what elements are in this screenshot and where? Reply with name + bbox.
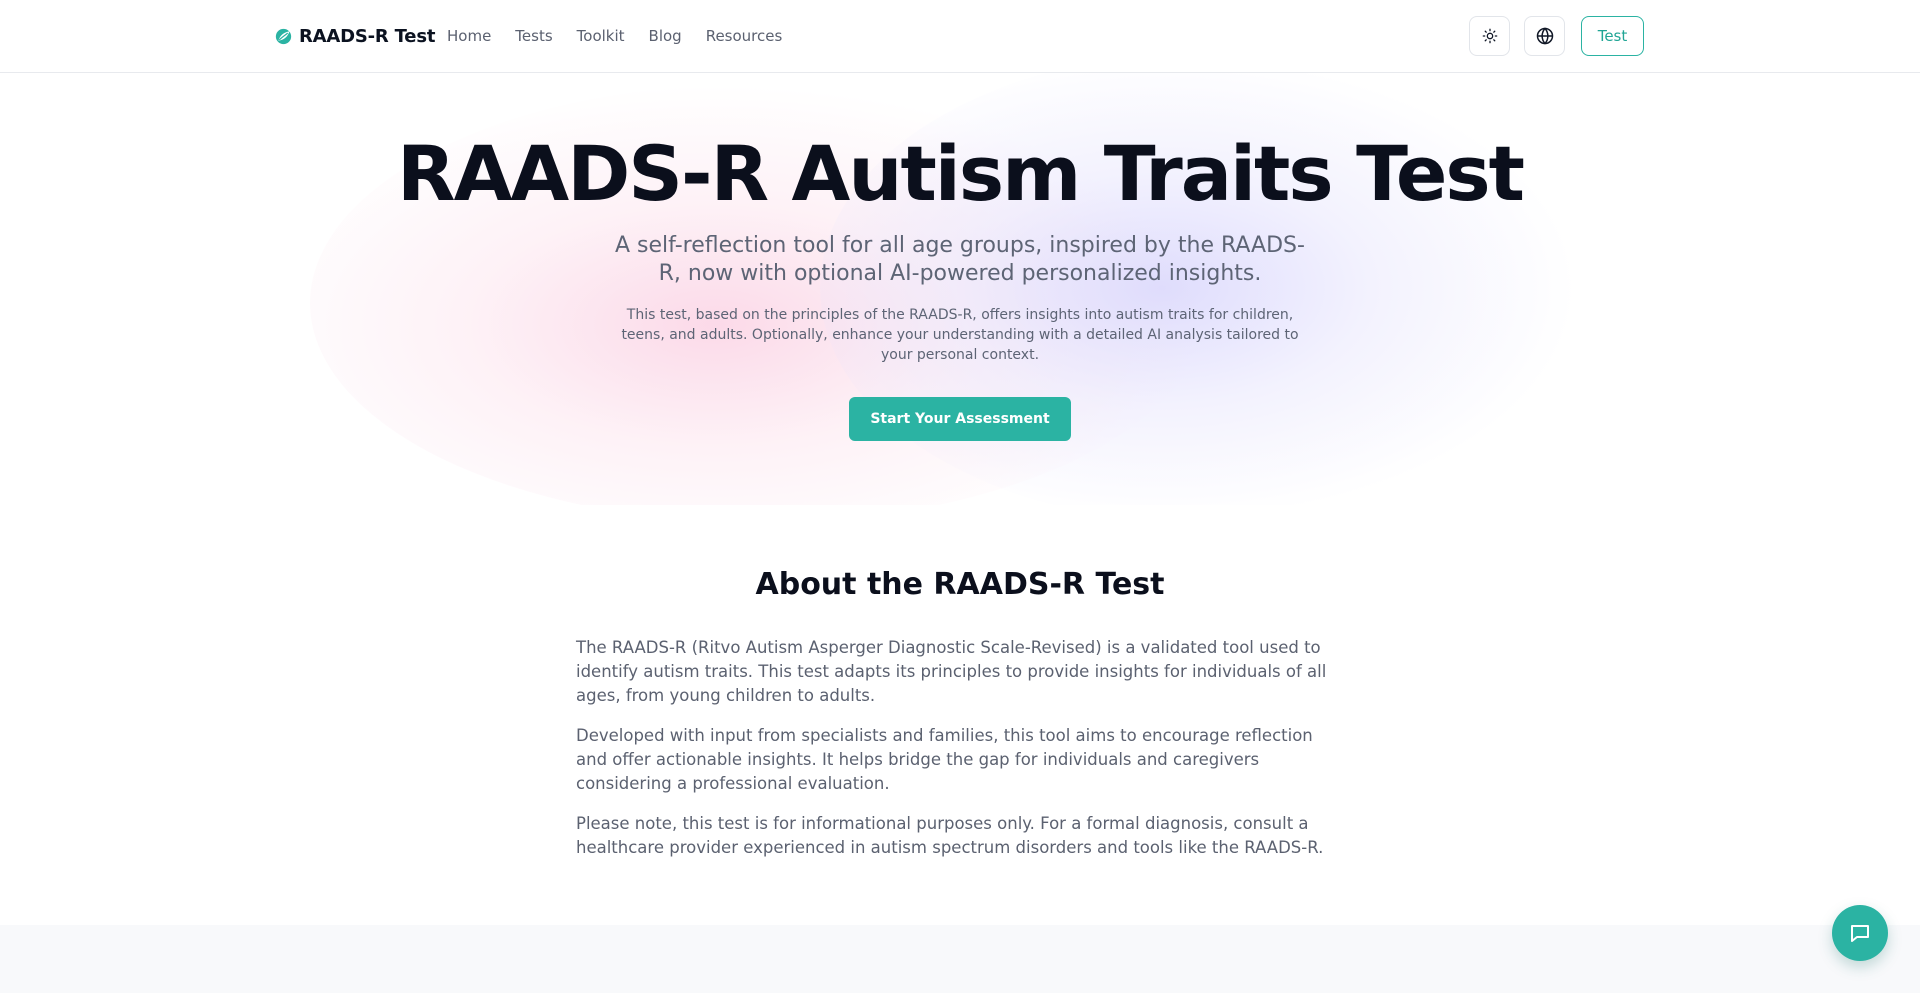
start-assessment-button[interactable]: Start Your Assessment: [849, 397, 1071, 441]
leaf-logo-icon: [275, 28, 292, 44]
brand-name: RAADS-R Test: [299, 25, 436, 47]
about-title: About the RAADS-R Test: [755, 567, 1165, 602]
chat-bubble-icon: [1851, 925, 1869, 942]
site-header: RAADS-R Test Home Tests Toolkit Blog Res…: [0, 0, 1920, 73]
test-button[interactable]: Test: [1581, 16, 1644, 56]
hero-description: This test, based on the principles of th…: [621, 307, 1299, 363]
about-body: The RAADS-R (Ritvo Autism Asperger Diagn…: [576, 636, 1344, 876]
hero-section: RAADS-R Autism Traits Test A self-reflec…: [0, 73, 1920, 505]
next-section-band: [0, 925, 1920, 993]
nav-tests[interactable]: Tests: [515, 25, 552, 47]
about-paragraph: Please note, this test is for informatio…: [576, 814, 1324, 857]
language-button[interactable]: [1524, 16, 1565, 56]
nav-toolkit[interactable]: Toolkit: [577, 25, 625, 47]
nav-blog[interactable]: Blog: [649, 25, 682, 47]
nav-resources[interactable]: Resources: [706, 25, 783, 47]
hero-title: RAADS-R Autism Traits Test: [397, 129, 1525, 218]
about-paragraph: The RAADS-R (Ritvo Autism Asperger Diagn…: [576, 638, 1327, 705]
chat-button[interactable]: [1832, 905, 1888, 961]
main-nav: Home Tests Toolkit Blog Resources: [447, 25, 782, 47]
hero-subtitle: A self-reflection tool for all age group…: [615, 233, 1305, 286]
theme-toggle-button[interactable]: [1469, 16, 1510, 56]
nav-home[interactable]: Home: [447, 25, 491, 47]
brand-logo-link[interactable]: RAADS-R Test: [275, 24, 435, 48]
about-paragraph: Developed with input from specialists an…: [576, 726, 1313, 793]
sun-icon: [1482, 28, 1497, 44]
globe-icon: [1536, 27, 1553, 45]
